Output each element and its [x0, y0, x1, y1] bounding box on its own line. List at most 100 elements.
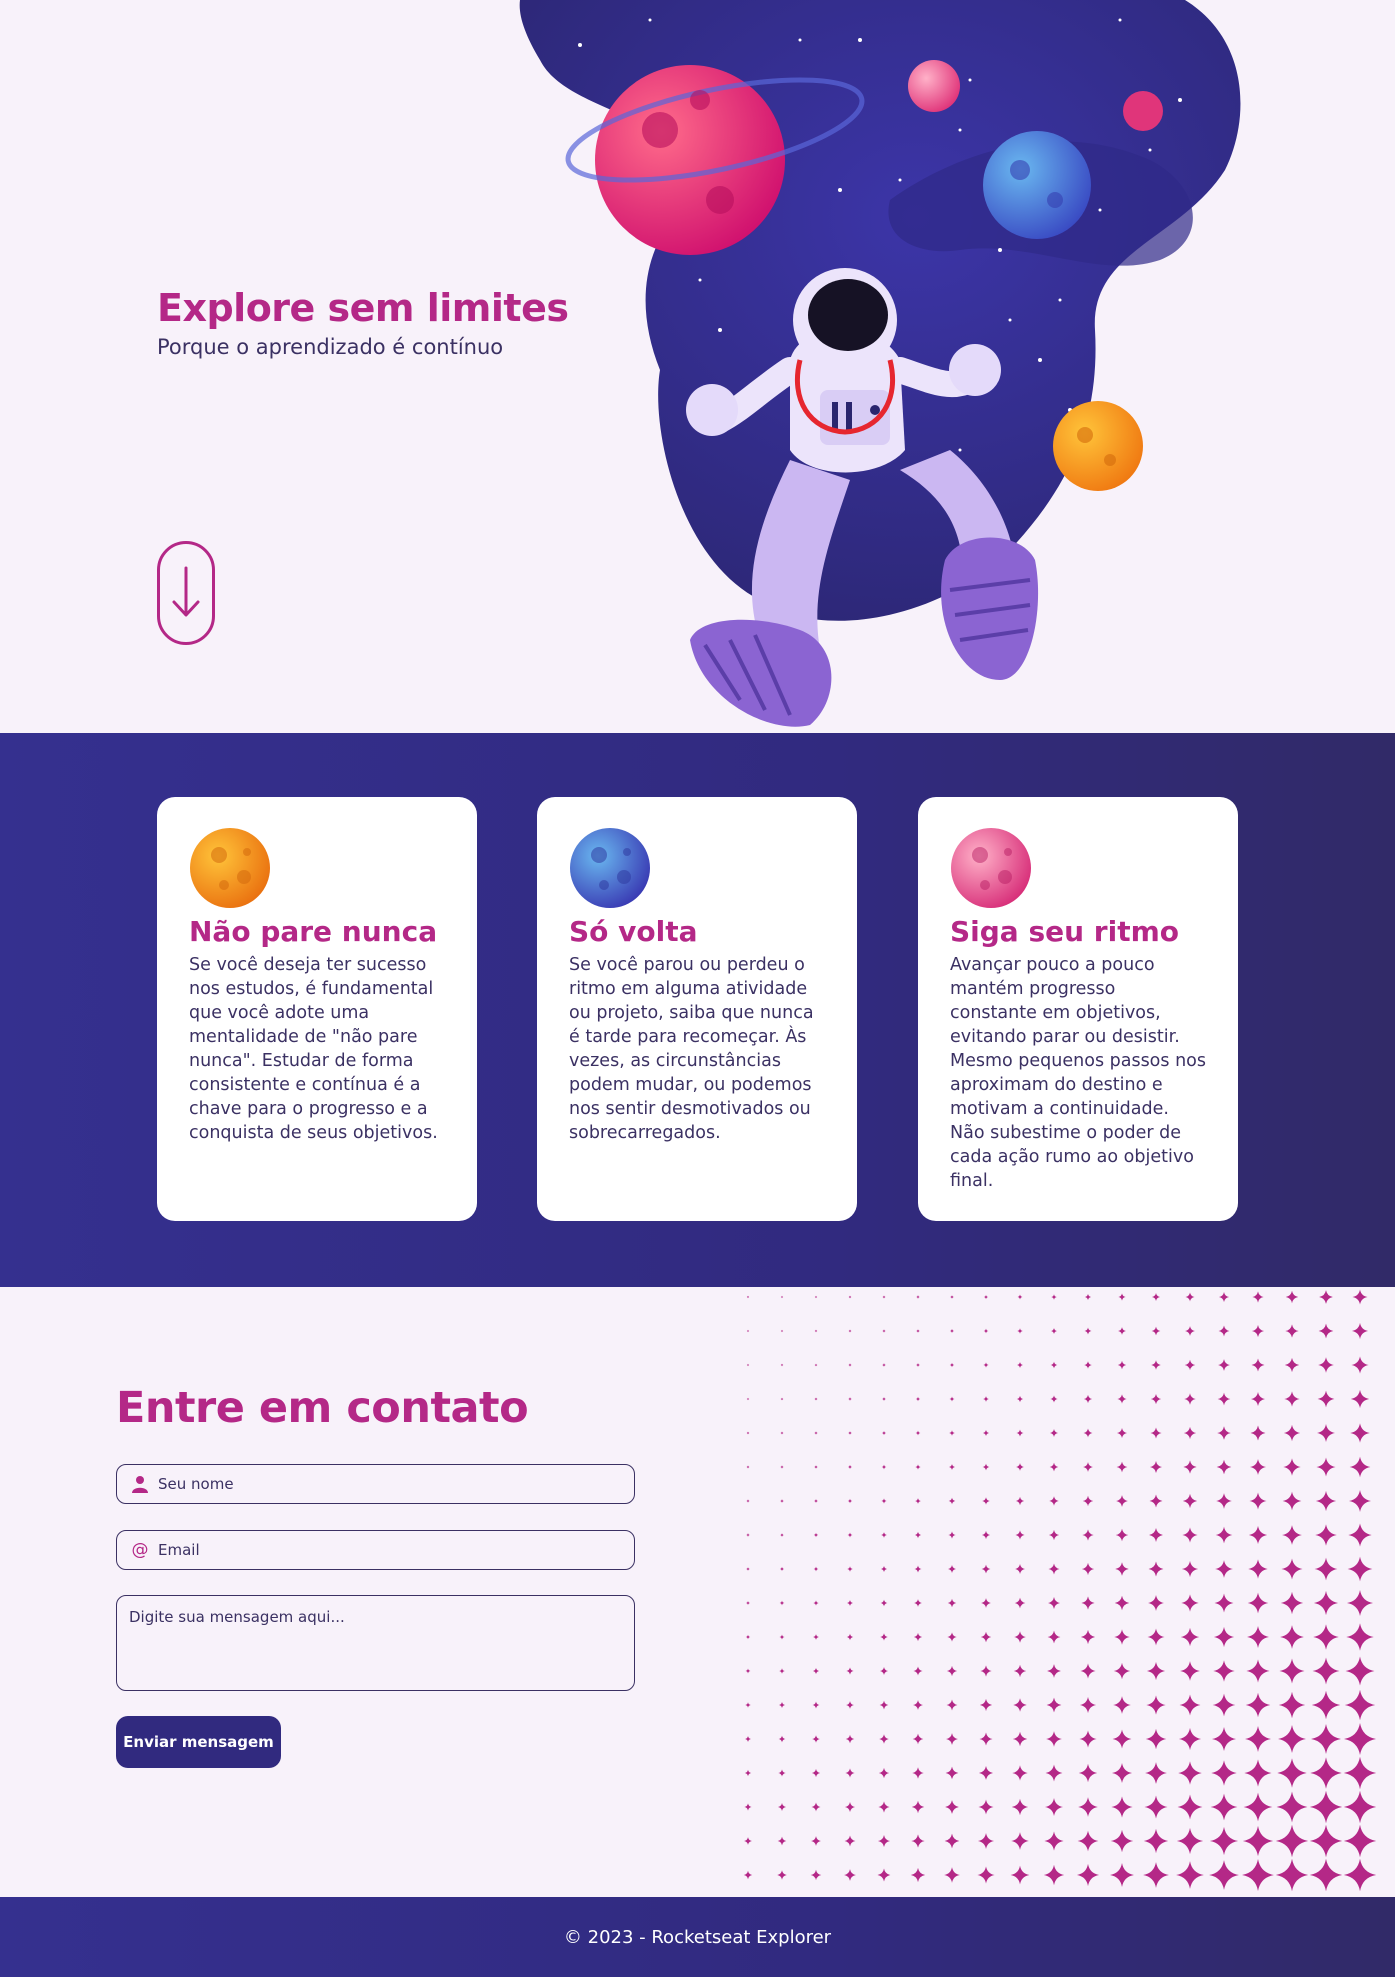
star-decoration [945, 1766, 959, 1780]
star-decoration [983, 1328, 989, 1334]
send-message-button[interactable]: Enviar mensagem [116, 1716, 281, 1768]
star-decoration [1143, 1862, 1169, 1888]
star-decoration [1149, 1528, 1163, 1542]
star-decoration [1176, 1827, 1204, 1855]
message-placeholder: Digite sua mensagem aqui... [129, 1608, 345, 1626]
star-decoration [1078, 1797, 1098, 1817]
star-decoration [1084, 1361, 1092, 1369]
star-decoration [982, 1497, 990, 1505]
star-decoration [983, 1362, 989, 1368]
star-decoration [1250, 1425, 1266, 1441]
star-decoration [811, 1768, 821, 1778]
star-decoration [814, 1431, 818, 1435]
star-decoration [1349, 1456, 1371, 1478]
star-decoration [1343, 1858, 1377, 1892]
orange-planet-icon [190, 828, 270, 908]
star-decoration [1145, 1728, 1167, 1750]
star-decoration [881, 1430, 887, 1436]
star-decoration [1051, 1294, 1057, 1300]
star-decoration [1275, 1824, 1309, 1858]
star-decoration [1282, 1525, 1302, 1545]
star-decoration [777, 1802, 787, 1812]
star-decoration [1010, 1865, 1030, 1885]
star-decoration [1150, 1461, 1162, 1473]
star-decoration [980, 1665, 992, 1677]
star-decoration [1317, 1424, 1335, 1442]
star-decoration [1081, 1562, 1095, 1576]
star-decoration [882, 1329, 886, 1333]
star-decoration [980, 1631, 992, 1643]
message-textarea[interactable]: Digite sua mensagem aqui... [116, 1595, 635, 1691]
star-decoration [1309, 1858, 1343, 1892]
star-decoration [1252, 1291, 1264, 1303]
star-decoration [915, 1498, 921, 1504]
star-decoration [1176, 1861, 1204, 1889]
star-decoration [1251, 1358, 1265, 1372]
star-decoration [981, 1564, 991, 1574]
star-decoration [812, 1701, 820, 1709]
star-decoration [1182, 1527, 1198, 1543]
star-decoration [1343, 1722, 1377, 1756]
star-decoration [1249, 1492, 1267, 1510]
star-decoration [1077, 1830, 1099, 1852]
email-field[interactable]: @ Email [116, 1530, 635, 1570]
star-decoration [814, 1363, 818, 1367]
star-decoration [1185, 1292, 1195, 1302]
star-decoration [1016, 1463, 1024, 1471]
star-decoration [846, 1667, 854, 1675]
star-decoration [1282, 1491, 1302, 1511]
star-decoration [1343, 1756, 1377, 1790]
star-decoration [746, 1499, 750, 1503]
star-decoration [1211, 1726, 1237, 1752]
star-decoration [812, 1667, 820, 1675]
star-decoration [947, 1632, 957, 1642]
star-decoration [880, 1599, 888, 1607]
star-decoration [1284, 1357, 1300, 1373]
star-decoration [846, 1701, 854, 1709]
star-decoration [880, 1565, 888, 1573]
star-decoration [1080, 1663, 1096, 1679]
star-decoration [1343, 1824, 1377, 1858]
star-decoration [1217, 1392, 1231, 1406]
star-decoration [1215, 1526, 1233, 1544]
star-decoration [1082, 1529, 1094, 1541]
star-decoration [1216, 1459, 1232, 1475]
star-decoration [1314, 1557, 1338, 1581]
star-decoration [881, 1532, 887, 1538]
star-decoration [744, 1769, 752, 1777]
star-decoration [1213, 1626, 1235, 1648]
star-decoration [1279, 1658, 1305, 1684]
star-decoration [1180, 1661, 1200, 1681]
star-decoration [1145, 1762, 1167, 1784]
star-decoration [1150, 1393, 1162, 1405]
star-decoration [813, 1566, 819, 1572]
star-decoration [949, 1362, 955, 1368]
star-decoration [1151, 1292, 1161, 1302]
hero-section: Explore sem limites Porque o aprendizado… [0, 0, 1395, 733]
star-decoration [1344, 1689, 1376, 1721]
star-decoration [914, 1531, 922, 1539]
star-decoration [1146, 1661, 1166, 1681]
star-decoration [1050, 1395, 1058, 1403]
name-field[interactable]: Seu nome [116, 1464, 635, 1504]
contact-title: Entre em contato [116, 1383, 529, 1433]
star-decoration [846, 1599, 854, 1607]
contact-section: Entre em contato Seu nome @ Email Digite… [0, 1287, 1395, 1897]
star-decoration [844, 1801, 856, 1813]
scroll-down-button[interactable] [157, 541, 215, 645]
star-decoration [778, 1735, 786, 1743]
star-decoration [1150, 1427, 1162, 1439]
star-decoration [1014, 1631, 1026, 1643]
card-title: Só volta [569, 915, 698, 948]
star-decoration [948, 1497, 956, 1505]
star-decoration [1117, 1360, 1127, 1370]
star-decoration [1143, 1828, 1169, 1854]
star-decoration [1348, 1523, 1372, 1547]
star-decoration [1315, 1524, 1337, 1546]
star-decoration [1347, 1556, 1373, 1582]
star-decoration [1249, 1458, 1267, 1476]
star-decoration [1049, 1496, 1059, 1506]
star-decoration [848, 1295, 852, 1299]
star-decoration [1178, 1727, 1202, 1751]
star-decoration [1312, 1657, 1340, 1685]
